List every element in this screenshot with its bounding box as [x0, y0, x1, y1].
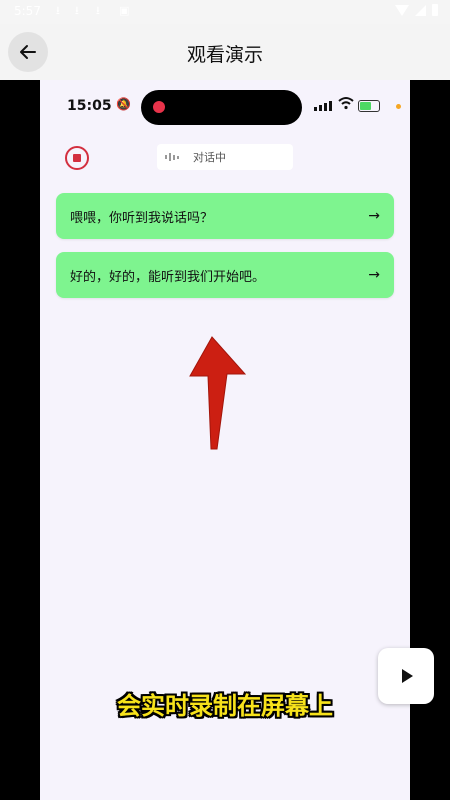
play-icon	[402, 669, 413, 683]
download-icon: ⭳	[75, 4, 79, 17]
status-indicators	[395, 4, 438, 16]
app-notification-icon: ▣	[119, 4, 130, 17]
subtitle-caption: 会实时录制在屏幕上	[117, 692, 333, 720]
status-time: 5:57	[14, 4, 41, 18]
wifi-icon	[395, 4, 409, 16]
page-title: 观看演示	[186, 44, 263, 66]
recorded-phone-screen: 15:05 🔕 对话中 喂喂，你听到我说话吗？ → 好的，好的，能听到我们开始吧…	[40, 80, 410, 800]
app-bar: 观看演示	[0, 24, 450, 80]
play-button[interactable]	[378, 648, 434, 704]
download-icon: ⭳	[56, 4, 60, 17]
download-icon: ⭳	[96, 4, 100, 17]
signal-icon	[415, 4, 426, 16]
battery-icon	[432, 4, 438, 16]
system-status-bar: 5:57 ⭳ ⭳ ⭳ ▣	[0, 0, 450, 24]
